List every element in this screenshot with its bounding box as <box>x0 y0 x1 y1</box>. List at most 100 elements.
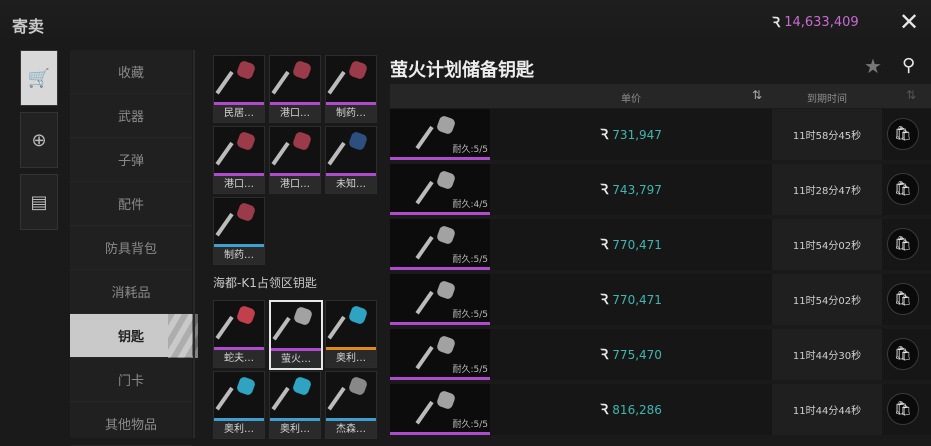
currency-icon: Ꝛ <box>772 15 781 31</box>
listing-row[interactable]: 耐久:5/5 Ꝛ 770,471 11时54分02秒 🛍 <box>390 219 931 270</box>
key-tile[interactable]: 蛇夫… <box>213 300 265 368</box>
key-tile[interactable]: 制药… <box>213 197 265 265</box>
durability: 耐久:5/5 <box>452 310 488 320</box>
price-cell: Ꝛ 743,797 <box>490 164 772 215</box>
key-tile[interactable]: 奥利… <box>269 371 321 439</box>
key-label: 蛇夫… <box>214 350 264 367</box>
key-tile[interactable]: 萤火… <box>269 300 323 370</box>
category-item[interactable]: 武器 <box>70 94 192 138</box>
listing-thumbnail: 耐久:5/5 <box>390 219 490 270</box>
price-cell: Ꝛ 731,947 <box>490 109 772 160</box>
key-label: 制药… <box>326 105 376 122</box>
key-tile[interactable]: 民居… <box>213 55 265 123</box>
currency-icon: Ꝛ <box>600 237 609 253</box>
durability: 耐久:5/5 <box>452 145 488 155</box>
price-cell: Ꝛ 775,470 <box>490 329 772 380</box>
listing-row[interactable]: 耐久:5/5 Ꝛ 731,947 11时58分45秒 🛍 <box>390 109 931 160</box>
category-list: 收藏 武器 子弹 配件 防具背包 消耗品 钥匙 门卡 其他物品 <box>70 50 198 446</box>
key-icon <box>214 198 264 243</box>
buy-bag-icon[interactable]: 🛍 <box>887 283 919 315</box>
key-icon <box>214 301 264 346</box>
listing-row[interactable]: 耐久:5/5 Ꝛ 816,286 11时44分44秒 🛍 <box>390 384 931 435</box>
key-tile[interactable]: 港口… <box>269 55 321 123</box>
key-icon <box>214 372 264 417</box>
key-label: 港口… <box>270 105 320 122</box>
price-value: 816,286 <box>612 402 662 417</box>
buy-bag-icon[interactable]: 🛍 <box>887 118 919 150</box>
key-tile[interactable]: 奥利… <box>213 371 265 439</box>
sort-arrow-icon-2[interactable]: ⇅ <box>906 88 916 102</box>
listing-thumbnail: 耐久:5/5 <box>390 384 490 435</box>
category-item[interactable]: 防具背包 <box>70 226 192 270</box>
key-tile[interactable]: 制药… <box>325 55 377 123</box>
key-icon <box>270 127 320 172</box>
key-icon <box>415 279 457 316</box>
currency-icon: Ꝛ <box>600 182 609 198</box>
key-tile[interactable]: 奥利… <box>325 300 377 368</box>
listing-row[interactable]: 耐久:5/5 Ꝛ 775,470 11时44分30秒 🛍 <box>390 329 931 380</box>
price-cell: Ꝛ 770,471 <box>490 274 772 325</box>
category-item[interactable]: 收藏 <box>70 50 192 94</box>
currency-icon: Ꝛ <box>600 127 609 143</box>
key-tile[interactable]: 杰森… <box>325 371 377 439</box>
key-label: 奥利… <box>270 421 320 438</box>
key-tile[interactable]: 港口… <box>213 126 265 194</box>
key-label: 奥利… <box>214 421 264 438</box>
key-icon <box>415 114 457 151</box>
key-icon <box>415 169 457 206</box>
category-item[interactable]: 消耗品 <box>70 270 192 314</box>
buy-tab-cart-icon[interactable]: 🛒 <box>20 50 58 106</box>
key-label: 民居… <box>214 105 264 122</box>
category-item[interactable]: 子弹 <box>70 138 192 182</box>
listing-row[interactable]: 耐久:5/5 Ꝛ 770,471 11时54分02秒 🛍 <box>390 274 931 325</box>
listing-thumbnail: 耐久:5/5 <box>390 274 490 325</box>
category-item[interactable]: 其他物品 <box>70 402 192 446</box>
close-button[interactable]: ✕ <box>896 10 922 36</box>
key-label: 萤火… <box>271 351 321 368</box>
listing-thumbnail: 耐久:5/5 <box>390 329 490 380</box>
key-icon <box>326 301 376 346</box>
search-icon[interactable]: ⚲ <box>902 55 915 76</box>
sort-arrow-icon[interactable]: ⇅ <box>752 88 762 102</box>
buy-bag-icon[interactable]: 🛍 <box>887 338 919 370</box>
expire-cell: 11时44分44秒 <box>772 384 882 435</box>
key-icon <box>271 302 321 347</box>
key-icon <box>326 372 376 417</box>
buy-bag-icon[interactable]: 🛍 <box>887 173 919 205</box>
item-name: 萤火计划储备钥匙 <box>390 60 534 81</box>
listing-row[interactable]: 耐久:4/5 Ꝛ 743,797 11时28分47秒 🛍 <box>390 164 931 215</box>
price-value: 770,471 <box>612 237 662 252</box>
page-title: 寄卖 <box>12 17 45 36</box>
favorite-star-icon[interactable]: ★ <box>864 54 882 78</box>
table-header: 单价 ⇅ 到期时间 ⇅ <box>390 84 931 108</box>
key-icon <box>415 334 457 371</box>
key-label: 制药… <box>214 247 264 264</box>
durability: 耐久:5/5 <box>452 255 488 265</box>
durability: 耐久:5/5 <box>452 420 488 430</box>
sell-tab-cart-plus-icon[interactable]: ⊕ <box>20 112 58 168</box>
buy-bag-icon[interactable]: 🛍 <box>887 393 919 425</box>
key-tile[interactable]: 未知… <box>325 126 377 194</box>
category-item[interactable]: 门卡 <box>70 358 192 402</box>
listing-thumbnail: 耐久:5/5 <box>390 109 490 160</box>
price-value: 743,797 <box>612 182 662 197</box>
records-tab-clipboard-icon[interactable]: ▤ <box>20 174 58 230</box>
price-cell: Ꝛ 816,286 <box>490 384 772 435</box>
price-value: 770,471 <box>612 292 662 307</box>
price-column-header[interactable]: 单价 <box>490 90 772 105</box>
key-label: 港口… <box>214 176 264 193</box>
key-label: 杰森… <box>326 421 376 438</box>
price-value: 731,947 <box>612 127 662 142</box>
durability: 耐久:5/5 <box>452 365 488 375</box>
listing-panel: 萤火计划储备钥匙 ★ ⚲ 单价 ⇅ 到期时间 ⇅ 耐久:5/5 Ꝛ 731,947 1… <box>390 50 931 438</box>
key-icon <box>214 127 264 172</box>
key-icon <box>214 56 264 101</box>
buy-bag-icon[interactable]: 🛍 <box>887 228 919 260</box>
category-item[interactable]: 钥匙 <box>70 314 198 358</box>
key-icon <box>415 389 457 426</box>
key-icon <box>270 372 320 417</box>
expire-column-header[interactable]: 到期时间 <box>772 90 882 105</box>
top-bar: 寄卖 Ꝛ 14,633,409 ✕ <box>0 0 931 46</box>
category-item[interactable]: 配件 <box>70 182 192 226</box>
key-tile[interactable]: 港口… <box>269 126 321 194</box>
